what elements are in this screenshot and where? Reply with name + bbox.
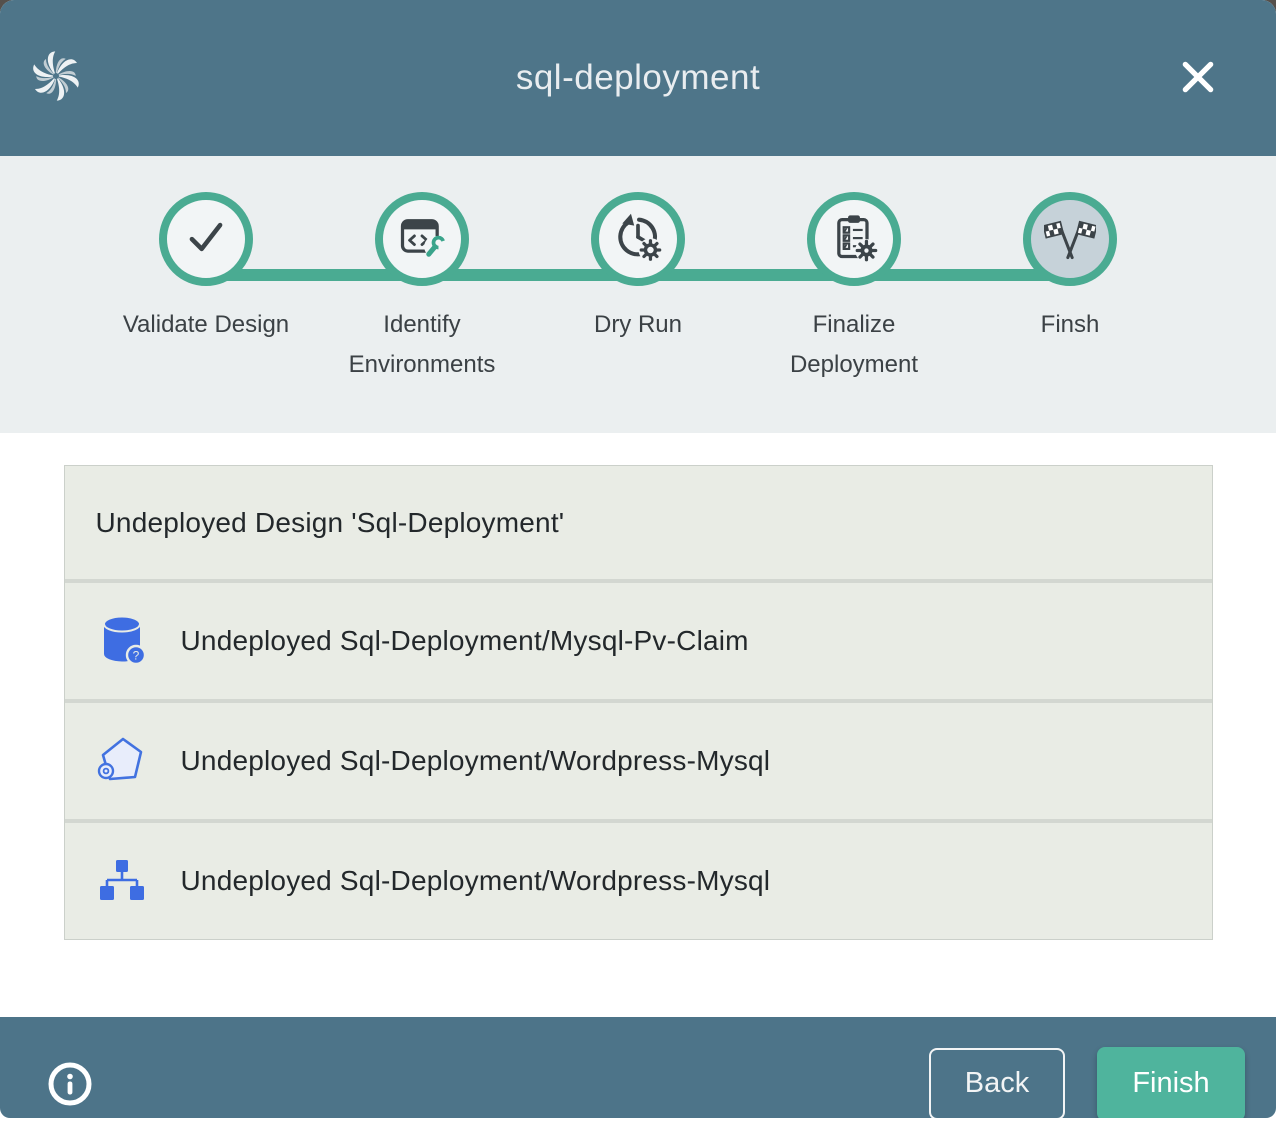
results-section: Undeployed Design 'Sql-Deployment' ? Und… <box>0 465 1276 1017</box>
step-finish: Finsh <box>962 192 1178 385</box>
info-button[interactable] <box>46 1060 94 1108</box>
message-row-design: Undeployed Design 'Sql-Deployment' <box>65 466 1212 579</box>
message-row-deployment: Undeployed Sql-Deployment/Wordpress-Mysq… <box>65 819 1212 939</box>
step-label: Finalize Deployment <box>749 305 959 385</box>
modal-footer: Back Finish <box>0 1017 1276 1118</box>
close-button[interactable] <box>1176 56 1220 100</box>
step-dry-run-circle[interactable] <box>591 192 685 286</box>
deployment-icon <box>96 853 148 909</box>
persistent-volume-claim-icon: ? <box>96 613 148 669</box>
check-icon <box>180 211 232 268</box>
deployment-wizard-modal: sql-deployment <box>0 0 1276 1118</box>
step-identify-environments: Identify Environments <box>314 192 530 385</box>
close-icon <box>1179 58 1217 99</box>
step-validate-design: Validate Design <box>98 192 314 385</box>
step-label: Dry Run <box>594 305 682 345</box>
step-label: Identify Environments <box>317 305 527 385</box>
back-button[interactable]: Back <box>929 1048 1065 1119</box>
message-text: Undeployed Sql-Deployment/Wordpress-Mysq… <box>181 865 771 897</box>
step-finish-circle[interactable] <box>1023 192 1117 286</box>
modal-title: sql-deployment <box>0 58 1276 98</box>
step-label: Finsh <box>1041 305 1100 345</box>
clipboard-gear-icon <box>828 211 880 268</box>
modal-header: sql-deployment <box>0 0 1276 156</box>
code-window-wrench-icon <box>396 211 448 268</box>
step-validate-design-circle[interactable] <box>159 192 253 286</box>
step-finalize-deployment-circle[interactable] <box>807 192 901 286</box>
message-text: Undeployed Sql-Deployment/Mysql-Pv-Claim <box>181 625 749 657</box>
checkered-flags-icon <box>1044 211 1096 268</box>
message-text: Undeployed Design 'Sql-Deployment' <box>96 507 565 539</box>
step-label: Validate Design <box>123 305 289 345</box>
message-text: Undeployed Sql-Deployment/Wordpress-Mysq… <box>181 745 771 777</box>
step-finalize-deployment: Finalize Deployment <box>746 192 962 385</box>
message-row-pv-claim: ? Undeployed Sql-Deployment/Mysql-Pv-Cla… <box>65 579 1212 699</box>
stepper: Validate Design <box>98 156 1178 385</box>
svg-text:?: ? <box>132 649 139 663</box>
stepper-section: Validate Design <box>0 156 1276 433</box>
deployment-message-list: Undeployed Design 'Sql-Deployment' ? Und… <box>64 465 1213 940</box>
history-gear-icon <box>612 211 664 268</box>
step-dry-run: Dry Run <box>530 192 746 385</box>
step-identify-environments-circle[interactable] <box>375 192 469 286</box>
finish-button[interactable]: Finish <box>1097 1047 1245 1119</box>
service-icon <box>96 733 148 789</box>
meshery-logo-icon <box>26 46 86 106</box>
message-row-service: Undeployed Sql-Deployment/Wordpress-Mysq… <box>65 699 1212 819</box>
info-icon <box>46 1096 94 1111</box>
